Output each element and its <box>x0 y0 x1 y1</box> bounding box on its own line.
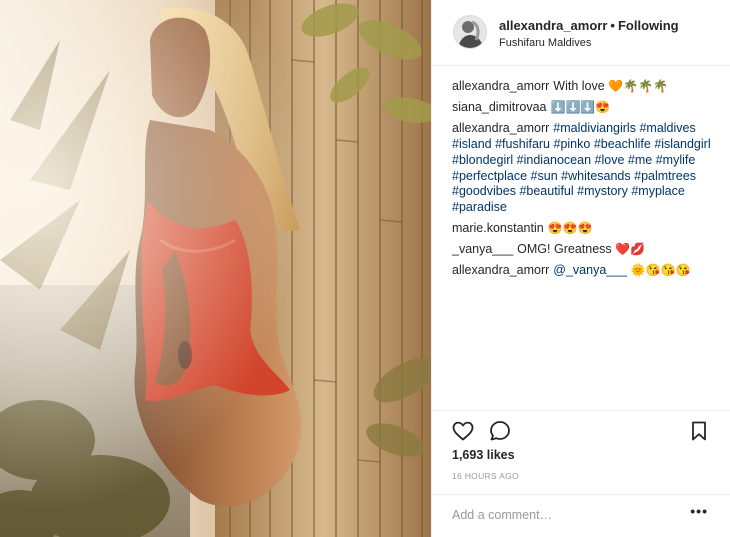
hashtag-link[interactable]: #mylife <box>656 153 696 167</box>
hashtag-link[interactable]: #pinko <box>554 137 591 151</box>
comment-item: allexandra_amorr With love 🧡🌴🌴🌴 <box>452 79 714 95</box>
hashtag-link[interactable]: #beachlife <box>594 137 651 151</box>
comment-username-link[interactable]: marie.konstantin <box>452 221 544 235</box>
comment-text: OMG! Greatness <box>517 242 612 257</box>
author-username-link[interactable]: allexandra_amorr <box>499 18 607 33</box>
comment-text: With love <box>553 79 609 93</box>
bookmark-icon[interactable] <box>687 419 711 443</box>
hashtag-link[interactable]: #myplace <box>631 184 685 198</box>
profile-avatar-icon[interactable] <box>453 15 487 49</box>
comment-item: allexandra_amorr #maldiviangirls #maldive… <box>452 121 714 216</box>
comment-username-link[interactable]: allexandra_amorr <box>452 263 549 277</box>
hashtag-link[interactable]: #islandgirl <box>654 137 710 151</box>
post-header: allexandra_amorr • Following Fushifaru Mal… <box>432 0 730 66</box>
hashtag-link[interactable]: #sun <box>531 169 558 183</box>
hashtag-link[interactable]: #me <box>628 153 652 167</box>
hashtag-link[interactable]: #fushifaru <box>495 137 550 151</box>
hashtag-link[interactable]: #love <box>595 153 625 167</box>
comment-username-link[interactable]: _vanya___ <box>452 242 513 256</box>
hashtag-link[interactable]: #goodvibes <box>452 184 516 198</box>
comment-emoji: 🌞😘😘😘 <box>630 263 691 278</box>
add-comment-bar: ••• <box>432 494 730 537</box>
action-bar <box>432 410 730 448</box>
comment-icon[interactable] <box>488 419 512 443</box>
following-button[interactable]: Following <box>618 18 679 33</box>
hashtag-link[interactable]: #paradise <box>452 200 507 214</box>
comments-list: allexandra_amorr With love 🧡🌴🌴🌴 siana_dimi… <box>452 79 714 284</box>
likes-count[interactable]: 1,693 likes <box>452 448 515 462</box>
hashtag-link[interactable]: #blondegirl <box>452 153 513 167</box>
comment-item: siana_dimitrovaa ⬇️⬇️⬇️😍 <box>452 100 714 116</box>
more-options-icon[interactable]: ••• <box>690 503 708 519</box>
mention-link[interactable]: @_vanya___ <box>553 263 627 277</box>
post-details-panel: allexandra_amorr • Following Fushifaru Mal… <box>431 0 730 537</box>
hashtag-link[interactable]: #palmtrees <box>634 169 696 183</box>
post-photo[interactable] <box>0 0 431 537</box>
comment-emoji: 😍😍😍 <box>547 221 593 236</box>
hashtag-link[interactable]: #maldiviangirls <box>553 121 636 135</box>
comment-item: allexandra_amorr @_vanya___ 🌞😘😘😘 <box>452 263 714 279</box>
separator-dot: • <box>610 18 615 33</box>
comment-emoji: 🧡🌴🌴🌴 <box>608 79 668 93</box>
comment-input[interactable] <box>452 505 672 525</box>
comment-item: _vanya___ OMG! Greatness ❤️💋 <box>452 242 714 258</box>
comment-username-link[interactable]: allexandra_amorr <box>452 79 549 93</box>
post-author: allexandra_amorr • Following <box>499 18 679 33</box>
hashtag-link[interactable]: #perfectplace <box>452 169 527 183</box>
hashtag-link[interactable]: #maldives <box>639 121 695 135</box>
comment-item: marie.konstantin 😍😍😍 <box>452 221 714 237</box>
comment-emoji: ❤️💋 <box>615 242 646 257</box>
post-timestamp[interactable]: 16 HOURS AGO <box>452 471 519 481</box>
hashtag-link[interactable]: #whitesands <box>561 169 631 183</box>
hashtag-link[interactable]: #indianocean <box>517 153 591 167</box>
hashtag-link[interactable]: #mystory <box>577 184 628 198</box>
comment-emoji: ⬇️⬇️⬇️😍 <box>550 99 611 114</box>
hashtag-link[interactable]: #island <box>452 137 492 151</box>
post-photo-image <box>0 0 431 537</box>
hashtag-link[interactable]: #beautiful <box>519 184 573 198</box>
instagram-post: allexandra_amorr • Following Fushifaru Mal… <box>0 0 730 537</box>
heart-icon[interactable] <box>451 419 475 443</box>
location-link[interactable]: Fushifaru Maldives <box>499 37 591 49</box>
comment-username-link[interactable]: allexandra_amorr <box>452 121 549 135</box>
comment-username-link[interactable]: siana_dimitrovaa <box>452 100 547 114</box>
